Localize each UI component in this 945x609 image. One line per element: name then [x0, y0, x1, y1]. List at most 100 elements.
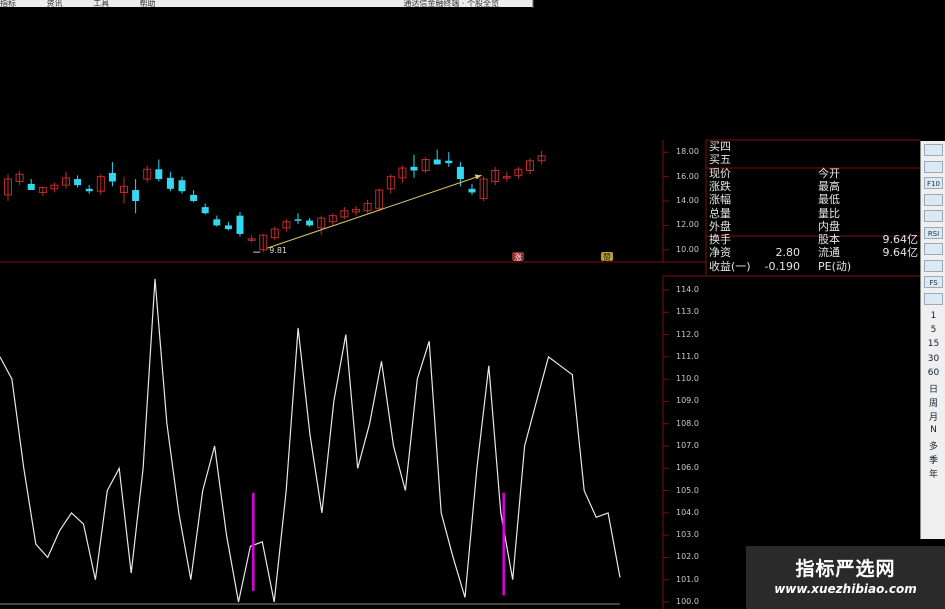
quote-value: 9.64亿: [882, 246, 919, 260]
indicator-tick-label: 106.0: [676, 463, 699, 473]
candle-body-down: [201, 207, 209, 214]
quote-label: 最低: [818, 193, 840, 207]
trend-arrow-line: [267, 174, 482, 249]
watermark-title: 指标严选网: [795, 558, 896, 580]
quote-label: 涨跌: [709, 179, 731, 193]
indicator-line: [0, 278, 621, 603]
indicator-tick-label: 108.0: [676, 418, 699, 428]
chart-canvas[interactable]: [0, 0, 945, 609]
quote-label: 股本: [818, 233, 840, 247]
watermark-url: www.xuezhibiao.com: [774, 582, 917, 596]
period-button[interactable]: 年: [921, 467, 945, 480]
period-button[interactable]: 60: [921, 368, 945, 378]
f10-icon[interactable]: F10: [924, 177, 943, 189]
indicator-tick-label: 114.0: [676, 285, 699, 294]
period-button[interactable]: N: [921, 425, 945, 435]
quote-row: 涨幅 最低: [706, 193, 920, 206]
candle-body-down: [166, 177, 174, 189]
pencil-icon[interactable]: [924, 259, 943, 272]
quote-value: 9.64亿: [882, 233, 919, 247]
period-button[interactable]: 周: [921, 396, 945, 409]
rsi-icon[interactable]: RSI: [924, 226, 943, 239]
quote-label: 今开: [818, 166, 840, 180]
quote-label: 总量: [709, 206, 731, 220]
quote-label: 流通: [818, 246, 840, 260]
quote-row: 涨跌 最高: [706, 180, 920, 193]
candle-body-down: [306, 220, 314, 226]
quote-label: PE(动): [818, 259, 852, 273]
quote-row: 买四: [706, 140, 920, 153]
quote-label: 现价: [709, 166, 731, 180]
quote-value: -0.190: [764, 259, 800, 273]
indicator-tick-label: 112.0: [676, 329, 699, 339]
period-button[interactable]: 多: [921, 439, 945, 452]
quote-panel: 买四 买五 现价 今开 涨跌 最高 涨幅 最低 总量 量比 外盘 内盘 换手 股本 9.64亿 净资 2.80 流…: [706, 140, 920, 276]
quote-label: 外盘: [709, 219, 731, 233]
fs-icon[interactable]: FS: [924, 276, 943, 288]
period-button[interactable]: 30: [921, 354, 945, 364]
quote-row: 总量 量比: [706, 207, 920, 220]
period-button[interactable]: 15: [921, 339, 945, 349]
ruler-icon[interactable]: [924, 210, 943, 222]
candle-body-down: [108, 172, 116, 182]
candle-body-down: [445, 160, 453, 164]
chart-icon[interactable]: [924, 144, 943, 156]
indicator-tick-label: 104.0: [676, 507, 699, 517]
low-price-label: 9.81: [269, 246, 287, 256]
period-button[interactable]: 季: [921, 453, 945, 466]
period-button[interactable]: 月: [921, 410, 945, 423]
like-marker: 赞: [601, 252, 613, 262]
candle-body-down: [85, 188, 93, 192]
indicator-tick-label: 107.0: [676, 441, 699, 450]
indicator-tick-label: 111.0: [676, 351, 699, 361]
indicator-tick-label: 109.0: [676, 396, 699, 406]
candle-body-down: [294, 219, 302, 221]
quote-label: 收益(一): [709, 259, 751, 273]
quote-row: 外盘 内盘: [706, 220, 920, 233]
indicator-tick-label: 101.0: [676, 574, 699, 584]
candle-body-down: [433, 159, 441, 165]
candle-body-down: [178, 180, 186, 192]
quote-value: 2.80: [775, 246, 801, 260]
candle-body-down: [236, 215, 244, 234]
settings-icon[interactable]: [924, 292, 943, 305]
candle-body-down: [27, 183, 35, 191]
period-button[interactable]: 日: [921, 382, 945, 395]
quote-row: 买五: [706, 153, 920, 166]
quote-label: 内盘: [818, 219, 840, 233]
candle-body-down: [155, 169, 163, 180]
limit-up-marker: 涨: [512, 252, 524, 262]
candlestick-series: [4, 149, 546, 253]
candle-body-down: [410, 166, 418, 171]
quote-label: 量比: [818, 206, 840, 220]
quote-row: 现价 今开: [706, 167, 920, 180]
indicator-tick-label: 103.0: [676, 530, 699, 540]
watermark-banner: 指标严选网 www.xuezhibiao.com: [746, 546, 945, 609]
indicator-tick-label: 102.0: [676, 552, 699, 562]
quote-label: 换手: [709, 233, 731, 247]
move-icon[interactable]: [924, 243, 943, 255]
quote-row: 换手 股本 9.64亿: [706, 233, 920, 246]
quote-row: 收益(一) -0.190 PE(动): [706, 260, 920, 273]
window-icon[interactable]: [924, 193, 943, 206]
quote-label: 净资: [709, 246, 731, 260]
indicator-series: [0, 278, 621, 603]
indicator-tick-label: 105.0: [676, 485, 699, 495]
quote-label: 涨幅: [709, 193, 731, 207]
indicator-tick-label: 110.0: [676, 374, 699, 384]
indicator-tick-label: 113.0: [676, 307, 699, 317]
candle-body-down: [190, 194, 198, 201]
period-button[interactable]: 5: [921, 325, 945, 335]
candle-body-down: [213, 219, 221, 226]
grid-icon[interactable]: [924, 160, 943, 173]
candle-body-down: [132, 190, 140, 201]
indicator-axis: 114.0 113.0 112.0 111.0 110.0 109.0 108.0 107.0…: [676, 0, 706, 609]
candle-body-down: [468, 188, 476, 193]
indicator-tick-label: 100.0: [676, 597, 699, 606]
period-button[interactable]: 1: [921, 311, 945, 321]
right-toolbar: F10 RSI FS 1 5 15 30 60 日周月 N 多季年: [920, 141, 945, 539]
candle-body-down: [224, 225, 232, 230]
quote-label: 买四: [709, 140, 731, 153]
quote-label: 买五: [709, 153, 731, 167]
quote-row: 净资 2.80 流通 9.64亿: [706, 246, 920, 259]
